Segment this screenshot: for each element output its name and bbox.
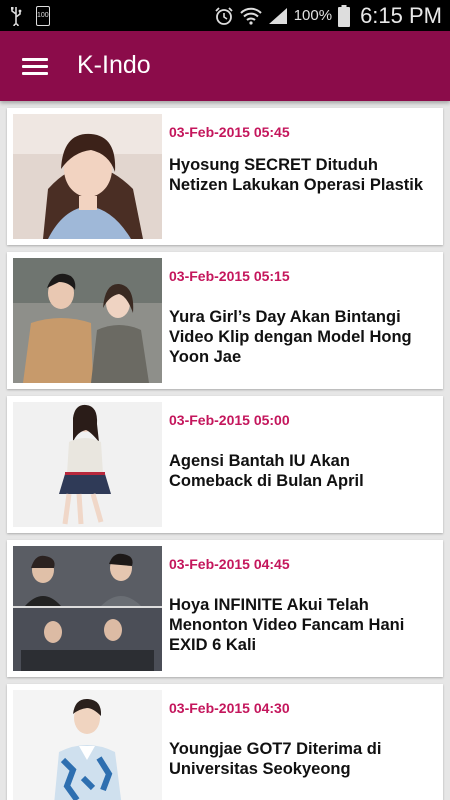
hamburger-menu-icon[interactable] [20, 54, 50, 78]
article-date: 03-Feb-2015 05:45 [169, 124, 290, 140]
article-date: 03-Feb-2015 05:00 [169, 412, 290, 428]
wifi-icon [239, 7, 262, 25]
article-card[interactable]: 03-Feb-2015 05:45 Hyosung SECRET Dituduh… [7, 108, 443, 245]
article-list[interactable]: 03-Feb-2015 05:45 Hyosung SECRET Dituduh… [0, 101, 450, 800]
system-icons: 100% 6:15 PM [214, 0, 442, 31]
article-title: Hyosung SECRET Dituduh Netizen Lakukan O… [169, 156, 424, 194]
app-title: K-Indo [77, 51, 151, 79]
alarm-clock-icon [215, 6, 233, 25]
article-title: Youngjae GOT7 Diterima di Universitas Se… [169, 740, 382, 778]
article-thumbnail [13, 546, 162, 671]
clock-time: 6:15 PM [360, 2, 442, 28]
article-card[interactable]: 03-Feb-2015 04:45 Hoya INFINITE Akui Tel… [7, 540, 443, 677]
article-title: Hoya INFINITE Akui Telah Menonton Video … [169, 596, 405, 654]
article-date: 03-Feb-2015 04:30 [169, 700, 290, 716]
article-date: 03-Feb-2015 05:15 [169, 268, 290, 284]
article-thumbnail [13, 114, 162, 239]
article-card[interactable]: 03-Feb-2015 05:15 Yura Girl’s Day Akan B… [7, 252, 443, 389]
status-bar: 100 100% 6:15 PM [0, 0, 450, 31]
menu-line [22, 72, 48, 75]
app-bar: K-Indo [0, 31, 450, 101]
article-title: Agensi Bantah IU Akan Comeback di Bulan … [169, 452, 364, 490]
battery-percent: 100% [293, 7, 333, 24]
usb-icon [11, 6, 22, 26]
notification-icons: 100 [10, 4, 50, 27]
battery-icon [338, 4, 351, 27]
sd-card-icon: 100 [36, 5, 50, 26]
article-date: 03-Feb-2015 04:45 [169, 556, 290, 572]
menu-line [22, 65, 48, 68]
article-card[interactable]: 03-Feb-2015 04:30 Youngjae GOT7 Diterima… [7, 684, 443, 800]
article-thumbnail [13, 402, 162, 527]
article-title: Yura Girl’s Day Akan Bintangi Video Klip… [169, 308, 412, 366]
battery-chip-text: 100 [37, 11, 49, 19]
menu-line [22, 58, 48, 61]
article-thumbnail [13, 258, 162, 383]
article-thumbnail [13, 690, 162, 800]
article-card[interactable]: 03-Feb-2015 05:00 Agensi Bantah IU Akan … [7, 396, 443, 533]
cell-signal-icon [268, 7, 287, 24]
